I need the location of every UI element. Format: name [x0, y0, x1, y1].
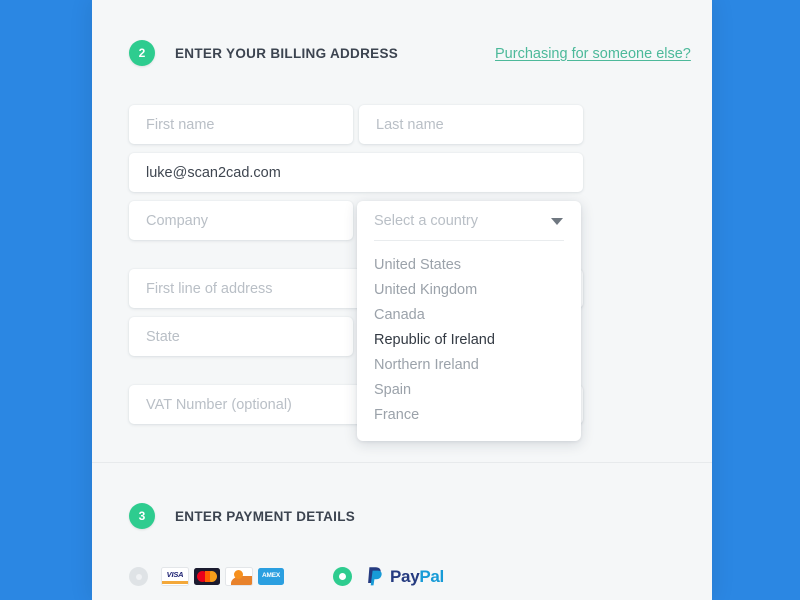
paypal-logo: PayPal [366, 566, 444, 587]
country-select-placeholder: Select a country [374, 213, 478, 229]
paypal-method[interactable]: PayPal [333, 566, 444, 587]
credit-card-radio[interactable] [129, 567, 148, 586]
paypal-p-icon [366, 566, 385, 587]
step-badge-2: 2 [129, 40, 155, 66]
last-name-input[interactable]: Last name [359, 105, 583, 144]
discover-ball [234, 570, 243, 579]
radio-dot-icon [339, 573, 346, 580]
amex-icon: AMEX [258, 568, 284, 585]
payment-method-row: VISA AMEX [129, 566, 444, 587]
paypal-word-pay: Pay [390, 567, 419, 586]
country-option-list: United States United Kingdom Canada Repu… [357, 241, 581, 427]
chevron-down-icon [551, 218, 563, 225]
country-option[interactable]: Northern Ireland [357, 352, 581, 377]
country-option-active[interactable]: Republic of Ireland [357, 327, 581, 352]
payment-section-header: 3 ENTER PAYMENT DETAILS [129, 503, 355, 529]
billing-section-header: 2 ENTER YOUR BILLING ADDRESS Purchasing … [129, 40, 398, 66]
billing-section-title: ENTER YOUR BILLING ADDRESS [175, 46, 398, 61]
mastercard-icon [194, 568, 220, 585]
discover-icon [225, 567, 253, 586]
country-select-trigger[interactable]: Select a country [357, 201, 581, 240]
step-badge-3: 3 [129, 503, 155, 529]
visa-icon: VISA [161, 567, 189, 586]
purchasing-for-someone-else-link[interactable]: Purchasing for someone else? [495, 46, 691, 62]
paypal-radio-selected[interactable] [333, 567, 352, 586]
checkout-card: 2 ENTER YOUR BILLING ADDRESS Purchasing … [92, 0, 712, 600]
paypal-wordmark: PayPal [390, 567, 444, 587]
country-option[interactable]: United States [357, 252, 581, 277]
card-logo-group: VISA AMEX [161, 567, 289, 586]
radio-dot-icon [136, 574, 142, 580]
section-divider [92, 462, 712, 463]
email-input[interactable]: luke@scan2cad.com [129, 153, 583, 192]
mastercard-overlap [205, 571, 210, 582]
paypal-word-pal: Pal [419, 567, 444, 586]
country-option[interactable]: Spain [357, 377, 581, 402]
amex-wordmark: AMEX [258, 572, 284, 579]
country-option[interactable]: France [357, 402, 581, 427]
country-option[interactable]: Canada [357, 302, 581, 327]
first-name-input[interactable]: First name [129, 105, 353, 144]
country-dropdown-panel: Select a country United States United Ki… [357, 201, 581, 441]
payment-section-title: ENTER PAYMENT DETAILS [175, 509, 355, 524]
state-select[interactable]: State [129, 317, 353, 356]
visa-wordmark: VISA [162, 570, 188, 579]
visa-bar [162, 581, 188, 584]
country-option[interactable]: United Kingdom [357, 277, 581, 302]
company-input[interactable]: Company [129, 201, 353, 240]
